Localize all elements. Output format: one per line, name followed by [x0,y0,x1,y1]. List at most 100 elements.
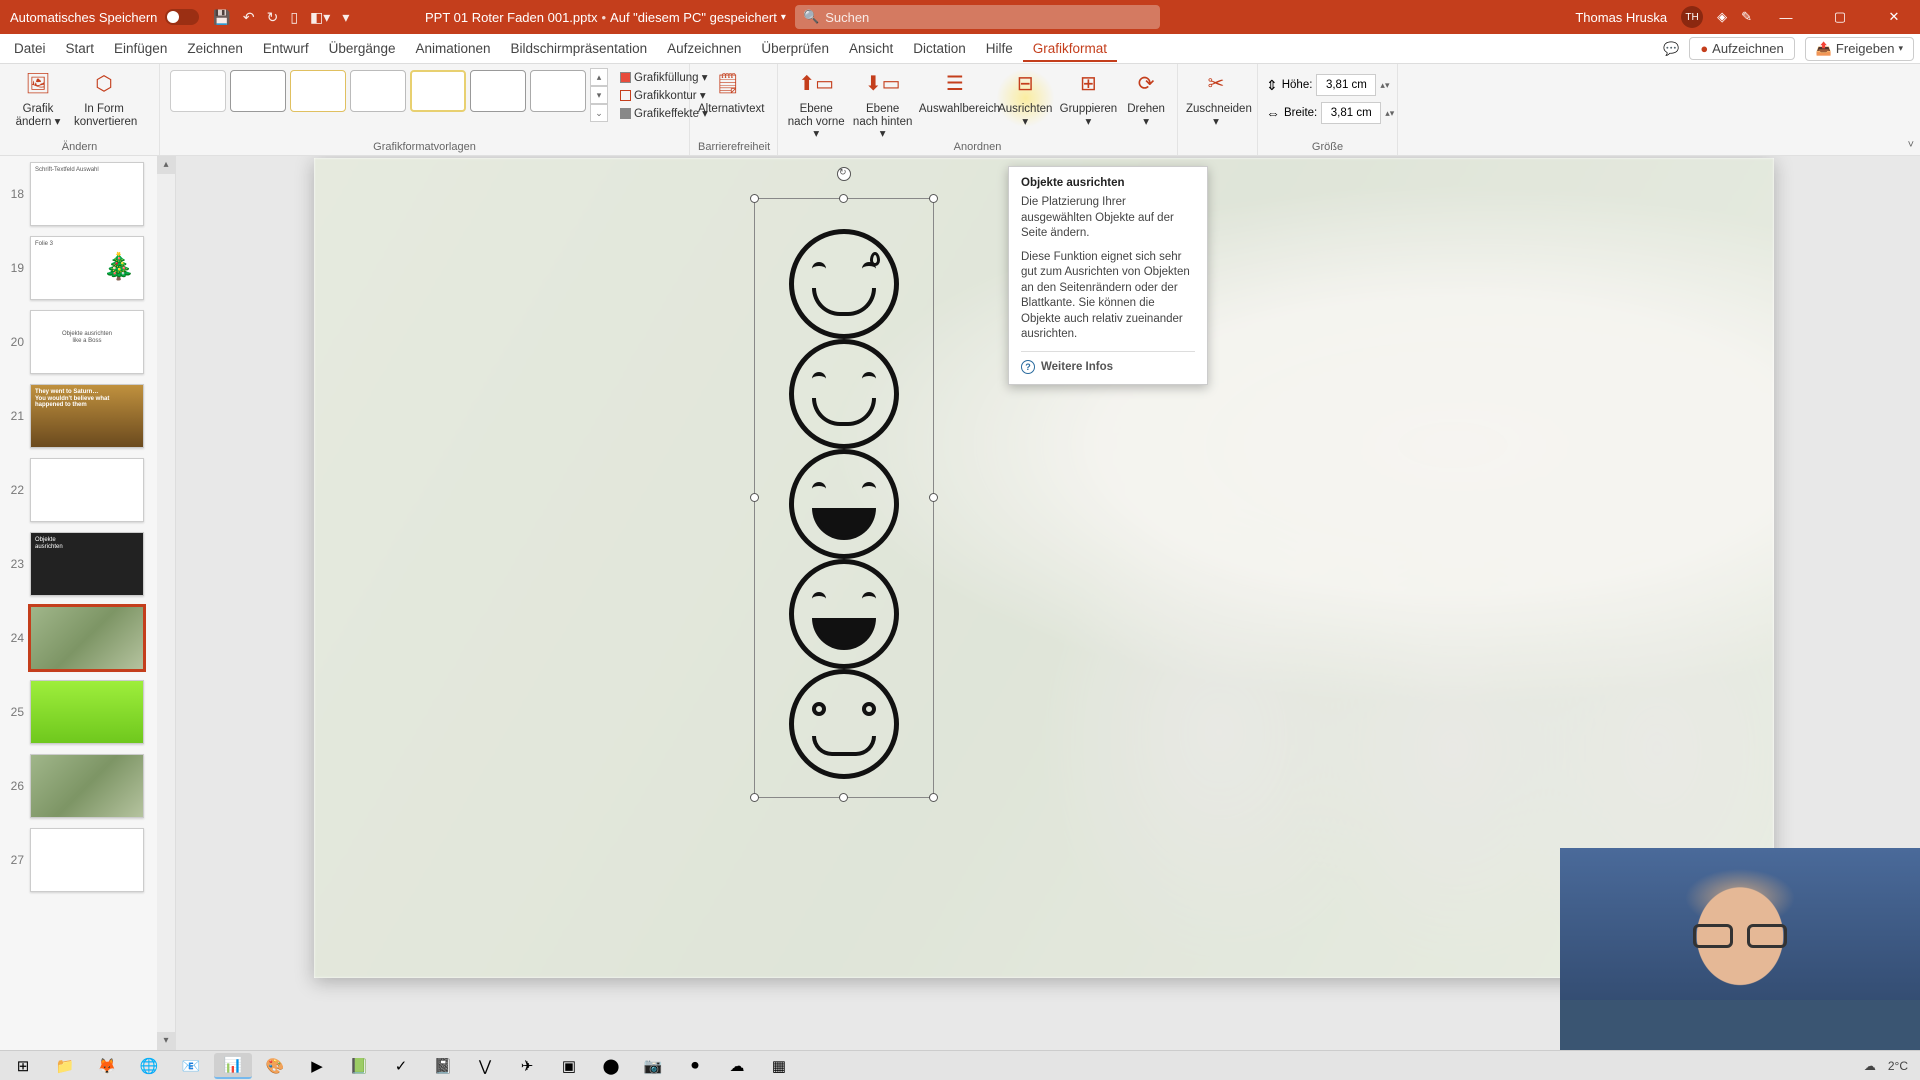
visual-studio-icon[interactable]: ⋁ [466,1053,504,1079]
tab-start[interactable]: Start [56,35,105,62]
width-input[interactable] [1321,102,1381,124]
emoji-graphic-4[interactable] [789,559,899,669]
weather-icon[interactable]: ☁ [1864,1059,1876,1073]
file-explorer-icon[interactable]: 📁 [46,1053,84,1079]
app2-icon[interactable]: ☁ [718,1053,756,1079]
convert-to-shape-button[interactable]: ⬡In Form konvertieren [74,68,134,128]
undo-icon[interactable]: ↶ [243,9,255,26]
resize-handle[interactable] [929,793,938,802]
tab-überprüfen[interactable]: Überprüfen [751,35,839,62]
crop-button[interactable]: ✂Zuschneiden ▾ [1186,68,1246,128]
slide-thumbnail-18[interactable]: Schrift-Textfeld Auswahl [30,162,144,226]
record-icon[interactable]: ⏺ [676,1053,714,1079]
powerpoint-icon[interactable]: 📊 [214,1053,252,1079]
onenote-icon[interactable]: 📓 [424,1053,462,1079]
thumbnail-row[interactable]: 25 [6,680,175,744]
resize-handle[interactable] [839,793,848,802]
save-icon[interactable]: 💾 [213,9,230,26]
resize-handle[interactable] [750,493,759,502]
touch-icon[interactable]: ◧▾ [310,9,330,26]
pen-icon[interactable]: ✎ [1741,9,1752,25]
obs-icon[interactable]: ⬤ [592,1053,630,1079]
resize-handle[interactable] [750,194,759,203]
tab-aufzeichnen[interactable]: Aufzeichnen [657,35,751,62]
selection-pane-button[interactable]: ☰Auswahlbereich [919,68,991,116]
start-button[interactable]: ⊞ [4,1053,42,1079]
comments-icon[interactable]: 💬 [1663,41,1679,57]
thumbnail-row[interactable]: 19Folie 3🎄 [6,236,175,300]
style-preset-3[interactable] [290,70,346,112]
excel-icon[interactable]: 📗 [340,1053,378,1079]
diamond-icon[interactable]: ◈ [1717,9,1727,25]
send-backward-button[interactable]: ⬇▭Ebene nach hinten ▾ [852,68,912,141]
tab-entwurf[interactable]: Entwurf [253,35,319,62]
share-button[interactable]: 📤Freigeben▾ [1805,37,1914,61]
resize-handle[interactable] [839,194,848,203]
thumbnail-scrollbar[interactable]: ▴ ▾ [157,156,175,1050]
scroll-up-icon[interactable]: ▴ [157,156,175,174]
document-title[interactable]: PPT 01 Roter Faden 001.pptx • Auf "diese… [425,10,786,25]
collapse-ribbon-icon[interactable]: ˅ [1908,139,1914,151]
style-preset-2[interactable] [230,70,286,112]
slide-thumbnail-21[interactable]: They went to Saturn…You wouldn't believe… [30,384,144,448]
search-input[interactable] [825,10,1152,25]
record-button[interactable]: ●Aufzeichnen [1689,37,1794,60]
thumbnail-row[interactable]: 18Schrift-Textfeld Auswahl [6,162,175,226]
bring-forward-button[interactable]: ⬆▭Ebene nach vorne ▾ [786,68,846,141]
rotation-handle[interactable] [837,167,851,181]
autosave-toggle[interactable]: Automatisches Speichern [10,9,199,25]
redo-icon[interactable]: ↻ [267,9,279,26]
app-icon[interactable]: ▣ [550,1053,588,1079]
style-preset-5[interactable] [410,70,466,112]
tooltip-more-info-link[interactable]: ? Weitere Infos [1021,351,1195,374]
thumbnail-row[interactable]: 24 [6,606,175,670]
temperature-text[interactable]: 2°C [1888,1059,1908,1073]
style-preset-4[interactable] [350,70,406,112]
thumbnail-row[interactable]: 27 [6,828,175,892]
emoji-graphic-5[interactable] [789,669,899,779]
firefox-icon[interactable]: 🦊 [88,1053,126,1079]
slide-thumbnail-24[interactable] [30,606,144,670]
align-button[interactable]: ⊟Ausrichten ▾ [997,68,1054,128]
width-spinner[interactable]: ▴▾ [1385,108,1394,119]
style-preset-1[interactable] [170,70,226,112]
tab-animationen[interactable]: Animationen [405,35,500,62]
slide-thumbnail-27[interactable] [30,828,144,892]
user-avatar[interactable]: TH [1681,6,1703,28]
slide-thumbnail-20[interactable]: Objekte ausrichtenlike a Boss [30,310,144,374]
change-graphic-button[interactable]: 🖼Grafik ändern ▾ [8,68,68,128]
slideshow-icon[interactable]: ▯ [290,9,298,26]
toggle-switch[interactable] [165,9,199,25]
tab-übergänge[interactable]: Übergänge [319,35,406,62]
height-input[interactable] [1316,74,1376,96]
height-spinner[interactable]: ▴▾ [1380,80,1389,91]
gallery-scroll-down-icon[interactable]: ▾ [590,86,608,104]
tab-datei[interactable]: Datei [4,35,56,62]
chrome-icon[interactable]: 🌐 [130,1053,168,1079]
slide-thumbnail-19[interactable]: Folie 3🎄 [30,236,144,300]
thumbnail-row[interactable]: 22 [6,458,175,522]
camera-icon[interactable]: 📷 [634,1053,672,1079]
vlc-icon[interactable]: ▶ [298,1053,336,1079]
slide-thumbnail-25[interactable] [30,680,144,744]
resize-handle[interactable] [750,793,759,802]
search-box[interactable]: 🔍 [795,5,1160,29]
slide-thumbnail-22[interactable] [30,458,144,522]
tab-hilfe[interactable]: Hilfe [976,35,1023,62]
todoist-icon[interactable]: ✓ [382,1053,420,1079]
slide-thumbnail-23[interactable]: Objekteausrichten [30,532,144,596]
emoji-graphic-2[interactable] [789,339,899,449]
rotate-button[interactable]: ⟳Drehen ▾ [1123,68,1169,128]
gallery-more-icon[interactable]: ⌄ [590,104,608,122]
resize-handle[interactable] [929,194,938,203]
thumbnail-row[interactable]: 21They went to Saturn…You wouldn't belie… [6,384,175,448]
gallery-scroll-up-icon[interactable]: ▴ [590,68,608,86]
selection-bounding-box[interactable] [754,198,934,798]
tab-zeichnen[interactable]: Zeichnen [177,35,253,62]
thumbnail-row[interactable]: 26 [6,754,175,818]
tab-grafikformat[interactable]: Grafikformat [1023,35,1117,62]
qat-more-icon[interactable]: ▾ [342,9,349,26]
tab-bildschirmpräsentation[interactable]: Bildschirmpräsentation [501,35,658,62]
slide-thumbnail-26[interactable] [30,754,144,818]
tab-einfügen[interactable]: Einfügen [104,35,177,62]
